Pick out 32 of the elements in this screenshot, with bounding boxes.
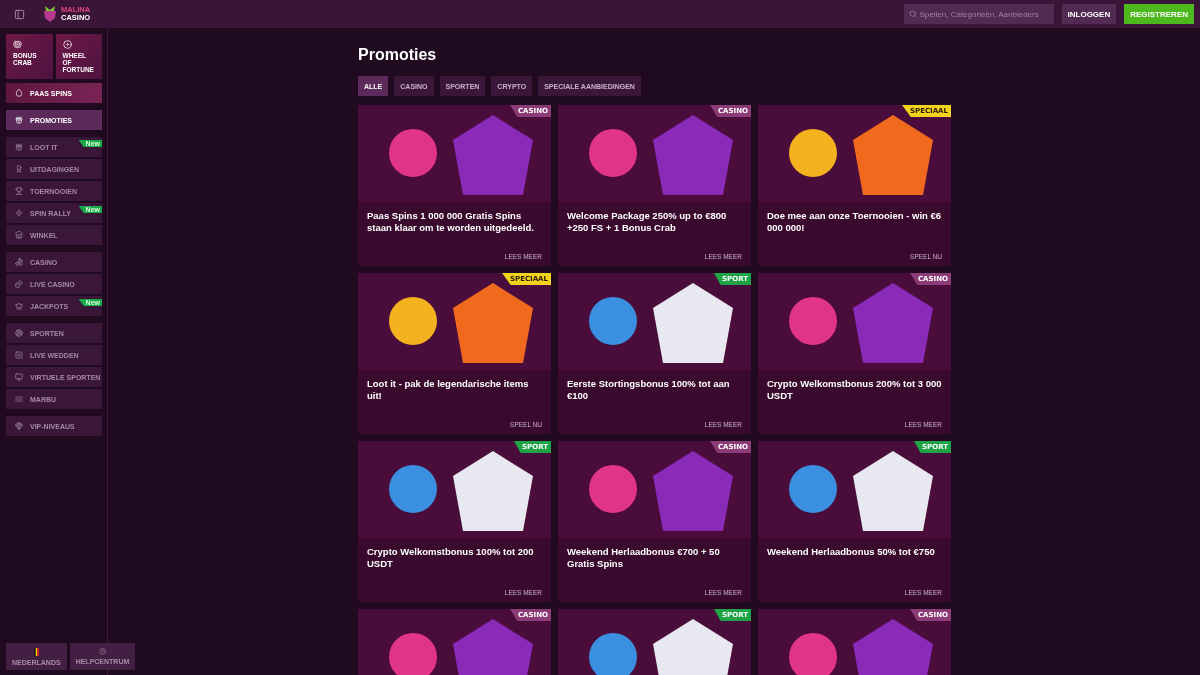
waves-icon xyxy=(15,395,23,403)
promo-title: Paas Spins 1 000 000 Gratis Spins staan klaar om te worden uitgedeeld. xyxy=(367,210,535,235)
flag-icon xyxy=(33,647,39,656)
help-icon xyxy=(98,648,106,655)
trophy-icon xyxy=(15,187,23,195)
promo-title: Eerste Stortingsbonus 100% tot aan €100 xyxy=(567,378,731,403)
medal-icon xyxy=(15,165,23,173)
cherry-icon xyxy=(15,258,23,266)
gift-icon xyxy=(15,116,23,124)
promo-title: Weekend Herlaadbonus €700 + 50 Gratis Spins xyxy=(567,546,721,571)
wheel-icon xyxy=(62,40,72,49)
monitor-icon xyxy=(15,373,23,381)
ball-icon xyxy=(15,329,23,337)
promo-title: Weekend Herlaadbonus 50% tot €750 xyxy=(767,546,936,559)
raspberry-logo-icon xyxy=(43,6,57,22)
login-button[interactable]: INLOGGEN xyxy=(1061,4,1117,24)
promo-title: Welcome Package 250% up to €800 +250 FS + 1 Bonus Crab xyxy=(567,210,728,235)
promo-title: Doe mee aan onze Toernooien - win €6 000 000! xyxy=(767,210,942,235)
lightning-icon xyxy=(15,209,23,217)
gem-icon xyxy=(15,422,23,430)
gift-icon xyxy=(15,143,23,151)
promo-title: Crypto Welkomstbonus 200% tot 3 000 USDT xyxy=(767,378,942,403)
crown-icon xyxy=(15,302,23,310)
store-icon xyxy=(15,231,23,239)
sidebar-toggle-icon[interactable] xyxy=(14,8,25,20)
search-field[interactable]: Spellen, Categorieën, Aanbieders xyxy=(903,4,1054,24)
promo-title: Loot it - pak de legendarische items uit! xyxy=(367,378,530,403)
promo-title: Crypto Welkomstbonus 100% tot 200 USDT xyxy=(367,546,535,571)
egg-icon xyxy=(15,89,23,97)
dice-icon xyxy=(15,280,23,288)
page-title: Promoties xyxy=(358,46,438,64)
play-icon xyxy=(15,351,23,359)
